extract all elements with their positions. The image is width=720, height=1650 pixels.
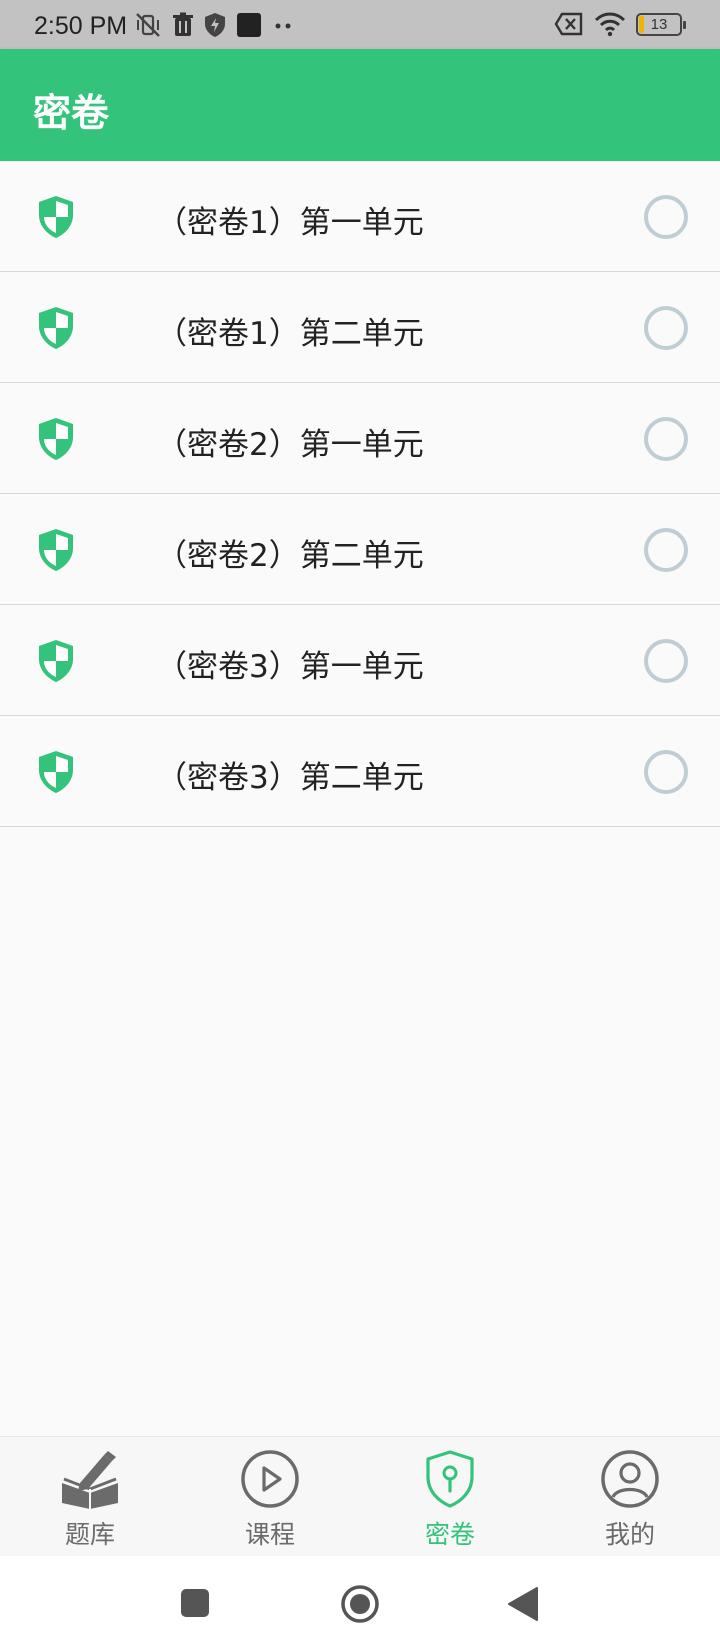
list-item[interactable]: （密卷1）第二单元 xyxy=(0,272,720,383)
system-nav-bar xyxy=(0,1556,720,1650)
paper-title: （密卷1）第二单元 xyxy=(156,316,424,352)
sim-x-icon xyxy=(554,12,583,36)
nav-label: 我的 xyxy=(604,1520,655,1549)
nav-tab-courses[interactable]: 课程 xyxy=(180,1437,360,1557)
status-icons-left xyxy=(134,11,294,39)
paper-title: （密卷2）第二单元 xyxy=(156,538,424,574)
app-bar: 密卷 xyxy=(0,49,720,161)
app-square-icon xyxy=(237,13,261,37)
page-title: 密卷 xyxy=(33,91,110,135)
shield-bolt-icon xyxy=(205,13,225,37)
wifi-icon xyxy=(594,12,626,37)
status-icons-right: 13 xyxy=(554,11,686,37)
shield-icon xyxy=(39,640,73,682)
more-dots-icon xyxy=(275,23,291,29)
play-circle-icon xyxy=(241,1450,299,1508)
paper-title: （密卷1）第一单元 xyxy=(156,205,424,241)
shield-icon xyxy=(39,418,73,460)
shield-icon xyxy=(39,529,73,571)
status-bar: 2:50 PM 13 xyxy=(0,0,720,49)
trash-icon xyxy=(173,12,193,36)
select-radio[interactable] xyxy=(644,417,688,461)
recents-square-icon[interactable] xyxy=(181,1589,209,1617)
shield-icon xyxy=(39,196,73,238)
nav-tab-question-bank[interactable]: 题库 xyxy=(0,1437,180,1557)
list-item[interactable]: （密卷3）第二单元 xyxy=(0,716,720,827)
select-radio[interactable] xyxy=(644,639,688,683)
back-triangle-icon[interactable] xyxy=(507,1586,539,1622)
battery-icon: 13 xyxy=(636,12,686,36)
battery-level: 13 xyxy=(650,15,668,33)
shield-key-icon xyxy=(426,1450,474,1508)
user-circle-icon xyxy=(601,1450,659,1508)
list-item[interactable]: （密卷2）第二单元 xyxy=(0,494,720,605)
nav-tab-secret-papers[interactable]: 密卷 xyxy=(360,1437,540,1557)
nav-label: 密卷 xyxy=(424,1520,475,1549)
paper-title: （密卷3）第二单元 xyxy=(156,760,424,796)
list-item[interactable]: （密卷3）第一单元 xyxy=(0,605,720,716)
nav-tab-profile[interactable]: 我的 xyxy=(540,1437,720,1557)
shield-icon xyxy=(39,307,73,349)
home-circle-icon[interactable] xyxy=(340,1584,380,1624)
select-radio[interactable] xyxy=(644,306,688,350)
select-radio[interactable] xyxy=(644,528,688,572)
nav-label: 课程 xyxy=(244,1520,295,1549)
status-time: 2:50 PM xyxy=(34,12,128,40)
bottom-nav: 题库 课程 密卷 我的 xyxy=(0,1436,720,1557)
list-item[interactable]: （密卷1）第一单元 xyxy=(0,161,720,272)
list-item[interactable]: （密卷2）第一单元 xyxy=(0,383,720,494)
book-pencil-icon xyxy=(62,1451,118,1509)
nav-label: 题库 xyxy=(64,1520,115,1549)
vibrate-off-icon xyxy=(136,13,160,37)
paper-list: （密卷1）第一单元 （密卷1）第二单元 （密卷2）第一单元 （密卷2）第二单元 xyxy=(0,161,720,827)
paper-title: （密卷3）第一单元 xyxy=(156,649,424,685)
select-radio[interactable] xyxy=(644,195,688,239)
paper-title: （密卷2）第一单元 xyxy=(156,427,424,463)
select-radio[interactable] xyxy=(644,750,688,794)
shield-icon xyxy=(39,751,73,793)
